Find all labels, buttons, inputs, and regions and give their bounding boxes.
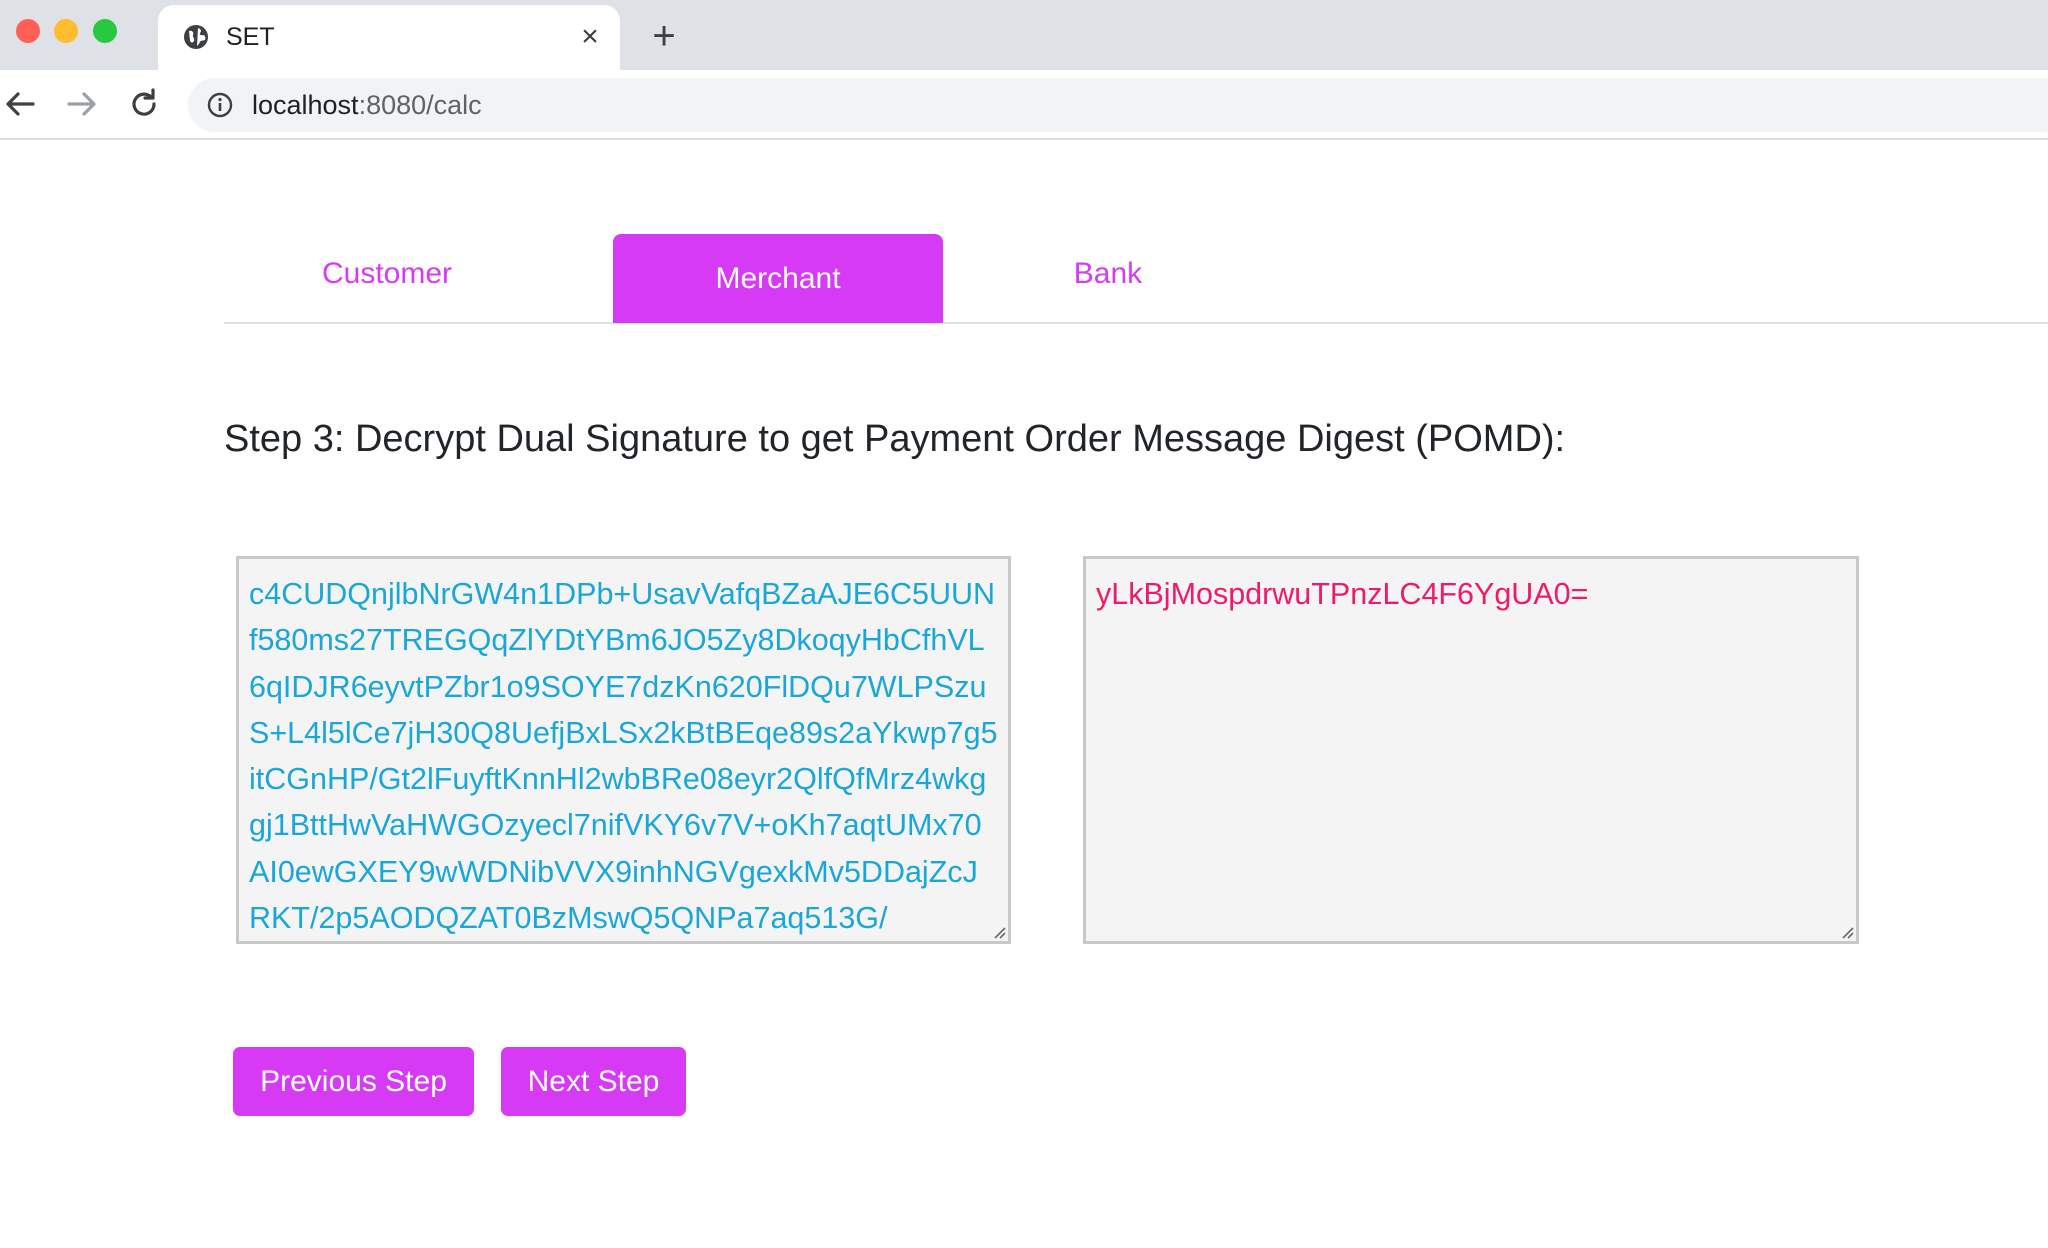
address-bar[interactable]: localhost:8080/calc — [188, 78, 2048, 132]
url-path: :8080/calc — [358, 90, 482, 120]
close-window-button[interactable] — [16, 19, 40, 43]
browser-toolbar: localhost:8080/calc — [0, 70, 2048, 140]
back-arrow-icon[interactable] — [0, 84, 40, 124]
browser-tab[interactable]: SET × — [158, 5, 620, 70]
resize-handle-icon[interactable] — [990, 923, 1006, 939]
tab-merchant[interactable]: Merchant — [613, 234, 943, 323]
role-tabs: Customer Merchant Bank — [224, 234, 2048, 324]
tab-bank[interactable]: Bank — [943, 230, 1273, 318]
browser-tab-strip: SET × + — [0, 0, 2048, 70]
previous-step-button[interactable]: Previous Step — [233, 1047, 474, 1116]
tab-title: SET — [226, 23, 275, 51]
minimize-window-button[interactable] — [54, 19, 78, 43]
reload-icon[interactable] — [124, 84, 164, 124]
url-host: localhost — [252, 90, 359, 120]
dual-signature-value: c4CUDQnjlbNrGW4n1DPb+UsavVafqBZaAJE6C5UU… — [249, 577, 998, 936]
globe-icon — [184, 25, 208, 49]
info-icon[interactable] — [206, 91, 234, 119]
new-tab-icon[interactable]: + — [648, 16, 680, 56]
pomd-textarea[interactable]: yLkBjMospdrwuTPnzLC4F6YgUA0= — [1083, 556, 1859, 944]
pomd-value: yLkBjMospdrwuTPnzLC4F6YgUA0= — [1096, 577, 1589, 611]
maximize-window-button[interactable] — [93, 19, 117, 43]
resize-handle-icon[interactable] — [1838, 923, 1854, 939]
forward-arrow-icon[interactable] — [62, 84, 102, 124]
close-tab-icon[interactable]: × — [576, 22, 604, 52]
tab-customer[interactable]: Customer — [224, 230, 550, 318]
dual-signature-textarea[interactable]: c4CUDQnjlbNrGW4n1DPb+UsavVafqBZaAJE6C5UU… — [236, 556, 1011, 944]
step-heading: Step 3: Decrypt Dual Signature to get Pa… — [224, 418, 1566, 460]
next-step-button[interactable]: Next Step — [501, 1047, 686, 1116]
url-text: localhost:8080/calc — [252, 90, 482, 121]
